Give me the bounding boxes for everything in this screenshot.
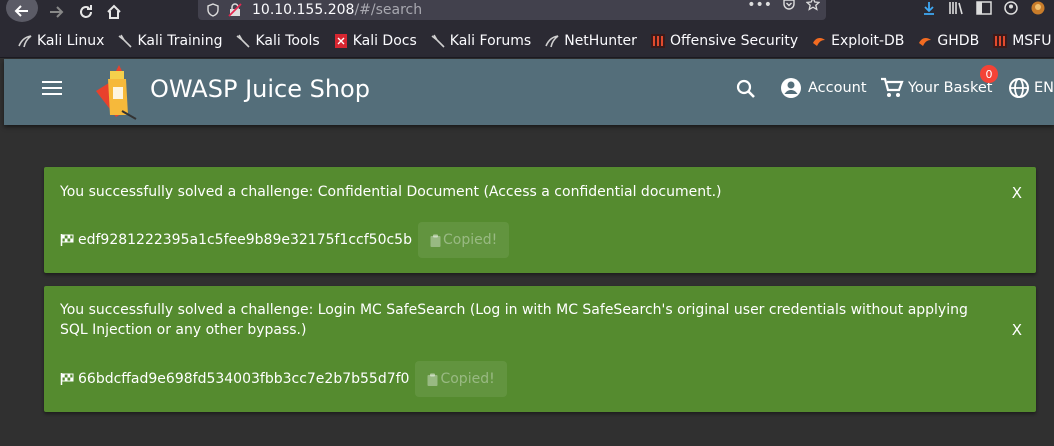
bookmark-label: NetHunter	[564, 32, 637, 49]
kali-docs-icon	[334, 33, 347, 48]
checkered-flag-icon	[60, 373, 74, 385]
bookmark-label: Kali Forums	[449, 32, 532, 49]
kali-dragon-icon	[431, 34, 445, 48]
pocket-icon[interactable]	[782, 0, 796, 11]
browser-toolbar: 10.10.155.208/#/search •••	[0, 0, 1054, 24]
download-icon[interactable]	[922, 1, 936, 15]
kali-dragon-icon	[118, 34, 133, 48]
kali-dragon-icon	[545, 34, 559, 47]
bookmark-label: Kali Tools	[255, 32, 320, 49]
clipboard-icon	[430, 234, 441, 247]
extension-icon[interactable]	[1030, 1, 1046, 15]
flag-line: edf9281222395a1c5fee9b89e32175f1ccf50c5b…	[60, 222, 510, 258]
bookmark-label: GHDB	[937, 32, 980, 49]
copy-flag-button[interactable]: Copied!	[417, 222, 510, 258]
bookmark-exploit-db[interactable]: Exploit-DB	[812, 33, 904, 49]
arrow-left-icon	[14, 5, 28, 17]
copy-label: Copied!	[440, 371, 495, 387]
basket-label: Your Basket	[908, 80, 993, 96]
library-icon[interactable]	[948, 1, 964, 15]
bookmark-kali-docs[interactable]: Kali Docs	[334, 33, 417, 49]
bookmark-msfu[interactable]: MSFU	[993, 33, 1051, 49]
bookmark-kali-tools[interactable]: Kali Tools	[236, 32, 320, 49]
close-notification-button[interactable]: X	[1012, 321, 1022, 339]
globe-icon	[1009, 78, 1029, 98]
page-actions-button[interactable]: •••	[747, 0, 772, 13]
exploit-db-icon	[813, 37, 826, 46]
url-text[interactable]: 10.10.155.208/#/search	[252, 2, 422, 18]
notification-message: You successfully solved a challenge: Con…	[60, 184, 722, 200]
arrow-right-icon	[50, 6, 64, 18]
challenge-solved-notification: You successfully solved a challenge: Log…	[44, 286, 1036, 412]
flag-code[interactable]: edf9281222395a1c5fee9b89e32175f1ccf50c5b	[78, 232, 412, 248]
juice-shop-logo[interactable]	[92, 65, 144, 121]
shopping-cart-icon	[881, 77, 904, 97]
offsec-icon	[993, 33, 1008, 48]
bookmark-label: Kali Training	[137, 32, 223, 49]
basket-count-badge: 0	[980, 65, 998, 83]
reload-icon	[80, 5, 92, 18]
toolbar-right-icons	[922, 0, 1046, 16]
bookmark-nethunter[interactable]: NetHunter	[545, 33, 637, 49]
app-title[interactable]: OWASP Juice Shop	[150, 75, 370, 103]
bookmark-kali-forums[interactable]: Kali Forums	[431, 33, 531, 49]
bookmark-kali-training[interactable]: Kali Training	[118, 33, 222, 49]
kali-dragon-icon	[236, 34, 251, 48]
language-button[interactable]: EN	[1008, 77, 1054, 99]
bookmark-label: MSFU	[1012, 32, 1052, 49]
shield-icon[interactable]	[206, 3, 220, 17]
language-label: EN	[1034, 80, 1054, 96]
reload-button[interactable]	[78, 0, 94, 24]
back-button[interactable]	[6, 0, 38, 22]
basket-button[interactable]: Your Basket	[880, 77, 992, 99]
search-icon[interactable]	[736, 79, 756, 99]
copy-flag-button[interactable]: Copied!	[415, 361, 507, 397]
clipboard-icon	[427, 373, 438, 386]
bookmark-label: Kali Linux	[37, 32, 105, 49]
url-bar[interactable]: 10.10.155.208/#/search •••	[198, 0, 826, 20]
copy-label: Copied!	[442, 232, 498, 248]
app-header: OWASP Juice Shop Account Your Basket 0 E…	[4, 59, 1054, 125]
bookmark-ghdb[interactable]: GHDB	[918, 33, 979, 49]
checkered-flag-icon	[60, 234, 74, 246]
bookmark-label: Kali Docs	[352, 32, 417, 49]
menu-icon[interactable]	[42, 81, 62, 99]
bookmark-label: Offensive Security	[669, 32, 799, 49]
bookmark-kali-linux[interactable]: Kali Linux	[18, 33, 104, 49]
bookmark-label: Exploit-DB	[831, 32, 905, 49]
bookmarks-bar: Kali Linux Kali Training Kali Tools Kali…	[0, 24, 1054, 58]
exploit-db-icon	[919, 37, 932, 46]
url-actions: •••	[747, 0, 820, 13]
forward-button[interactable]	[48, 0, 64, 24]
flag-code[interactable]: 66bdcffad9e698fd534003fbb3cc7e2b7b55d7f0	[78, 371, 409, 387]
flag-line: 66bdcffad9e698fd534003fbb3cc7e2b7b55d7f0…	[60, 361, 507, 397]
insecure-lock-icon[interactable]	[228, 3, 242, 17]
close-notification-button[interactable]: X	[1012, 184, 1022, 202]
star-bookmark-icon[interactable]	[806, 0, 820, 11]
account-label: Account	[808, 80, 867, 96]
account-circle-icon	[781, 78, 801, 98]
bookmark-offensive-security[interactable]: Offensive Security	[650, 32, 799, 49]
home-icon	[107, 4, 121, 19]
challenge-solved-notification: You successfully solved a challenge: Con…	[44, 167, 1036, 273]
notification-message: You successfully solved a challenge: Log…	[60, 302, 968, 338]
url-path: /#/search	[354, 2, 423, 18]
account-button[interactable]: Account	[780, 77, 867, 99]
offsec-icon	[650, 33, 665, 48]
sidebar-icon[interactable]	[976, 1, 992, 15]
account-circle-icon[interactable]	[1004, 1, 1018, 15]
home-button[interactable]	[106, 0, 122, 24]
kali-dragon-icon	[18, 34, 32, 47]
url-host: 10.10.155.208	[252, 2, 355, 18]
